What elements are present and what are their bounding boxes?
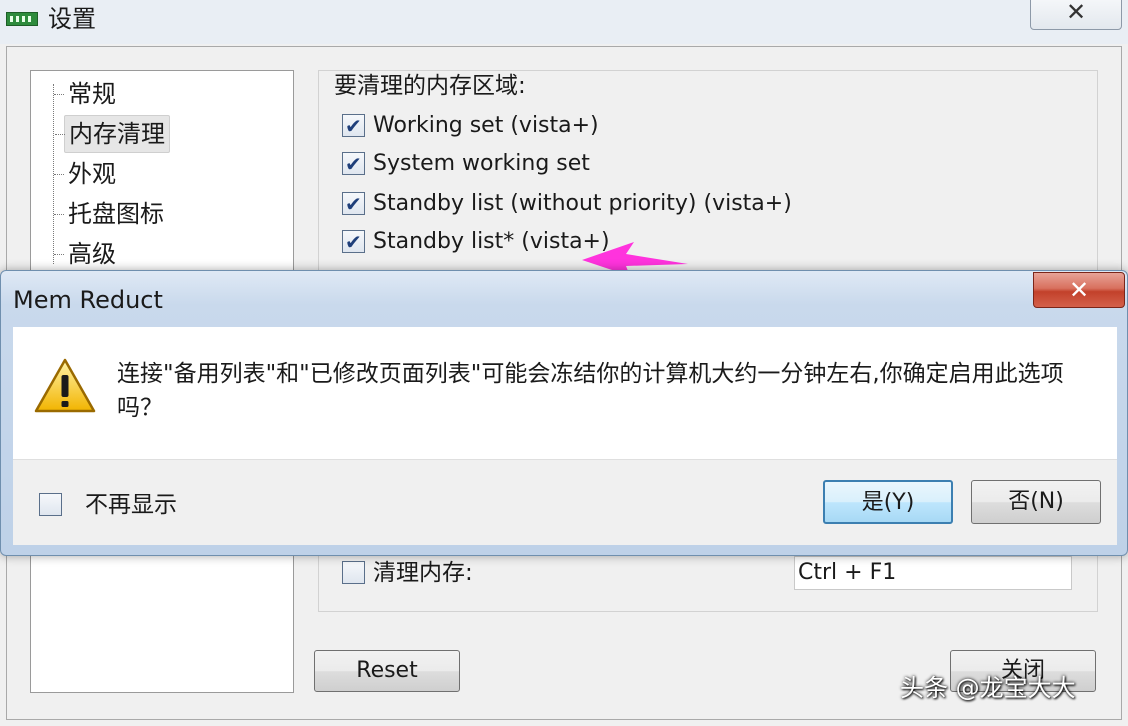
no-button[interactable]: 否(N) [971, 480, 1101, 524]
memory-chip-icon [6, 12, 38, 26]
yes-button[interactable]: 是(Y) [823, 480, 953, 524]
tree-item-tray-icon[interactable]: 托盘图标 [54, 196, 168, 234]
settings-close-button[interactable]: ✕ [1030, 0, 1122, 30]
checkbox-checked-icon[interactable] [342, 227, 365, 257]
tree-item-advanced[interactable]: 高级 [54, 236, 120, 274]
checkbox-unchecked-icon[interactable] [39, 493, 62, 516]
checkbox-checked-icon[interactable] [342, 149, 365, 179]
hotkey-input[interactable]: Ctrl + F1 [794, 556, 1072, 590]
checkbox-unchecked-icon[interactable] [342, 561, 365, 584]
settings-titlebar: 设置 ✕ [0, 0, 1128, 44]
reset-button[interactable]: Reset [314, 650, 460, 692]
confirm-dialog: Mem Reduct ✕ 连接"备用列表"和"已修改页面列表"可能会冻结你的计算… [0, 270, 1128, 556]
dialog-message: 连接"备用列表"和"已修改页面列表"可能会冻结你的计算机大约一分钟左右,你确定启… [117, 361, 1064, 421]
tree-item-appearance[interactable]: 外观 [54, 156, 120, 194]
dialog-title: Mem Reduct [13, 286, 163, 314]
warning-triangle-icon [34, 358, 96, 413]
dialog-close-button[interactable]: ✕ [1033, 272, 1125, 308]
checkbox-checked-icon[interactable] [342, 111, 365, 141]
dialog-footer: 不再显示 是(Y) 否(N) [13, 459, 1117, 545]
tree-item-general[interactable]: 常规 [54, 76, 120, 114]
tree-item-memory-cleaning[interactable]: 内存清理 [55, 115, 170, 153]
settings-title: 设置 [48, 5, 96, 33]
checkbox-checked-icon[interactable] [342, 189, 365, 219]
memory-regions-title: 要清理的内存区域: [334, 73, 526, 99]
dialog-content: 连接"备用列表"和"已修改页面列表"可能会冻结你的计算机大约一分钟左右,你确定启… [13, 327, 1117, 459]
watermark: 头条 @龙宝大大 [900, 674, 1076, 702]
